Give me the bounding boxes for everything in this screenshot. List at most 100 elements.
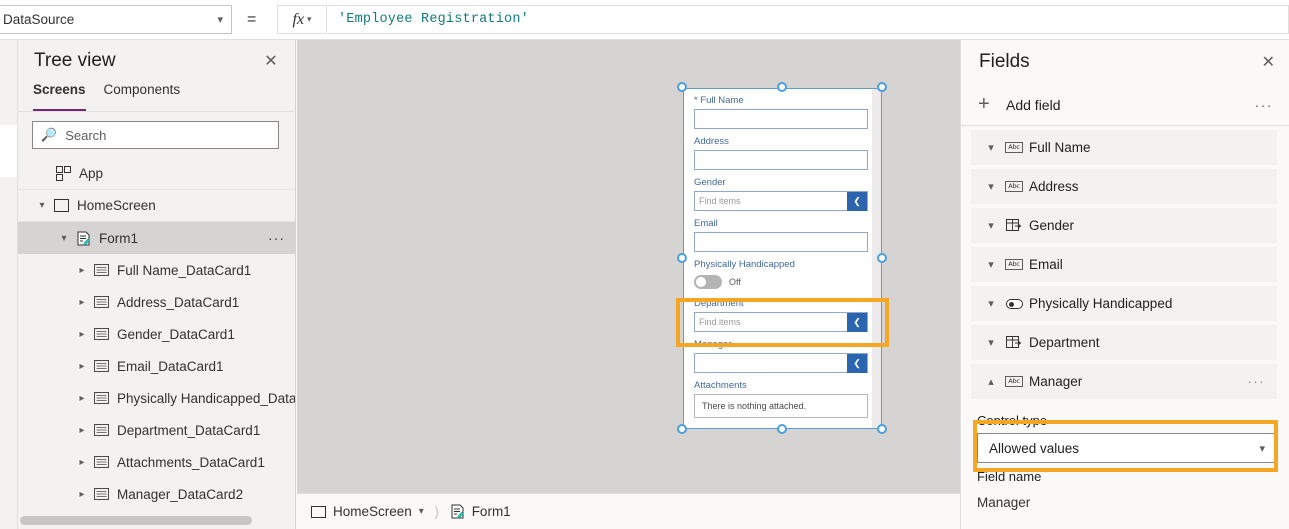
- chevron-down-icon: ▾: [217, 13, 223, 26]
- tree-item-homescreen-label: HomeScreen: [77, 198, 156, 213]
- tree-item-form1[interactable]: ▾ Form1 ···: [18, 222, 295, 254]
- app-canvas[interactable]: * Full Name Address Gender Find items ❮: [297, 40, 960, 493]
- address-input[interactable]: [694, 150, 868, 170]
- department-combobox[interactable]: Find items ❮: [694, 312, 868, 332]
- search-input[interactable]: 🔍 Search: [32, 121, 279, 149]
- chevron-right-icon[interactable]: ▸: [74, 489, 90, 500]
- formula-bar: DataSource ▾ = fx ▾ 'Employee Registrati…: [0, 0, 1289, 40]
- chevron-right-icon[interactable]: ▸: [74, 329, 90, 340]
- chevron-down-icon[interactable]: ▾: [981, 258, 1001, 271]
- tree-item-datacard-label: Gender_DataCard1: [117, 327, 235, 342]
- chevron-down-icon[interactable]: ❮: [847, 313, 867, 332]
- chevron-down-icon[interactable]: ▾: [56, 233, 72, 244]
- fields-panel-header: Fields ✕: [961, 40, 1289, 84]
- tree-view-tabs: Screens Components: [18, 82, 295, 112]
- manager-combobox[interactable]: ❮: [694, 353, 868, 373]
- handicapped-toggle-row[interactable]: Off: [694, 273, 868, 291]
- chevron-down-icon[interactable]: ▾: [34, 200, 50, 211]
- form-field-label: * Full Name: [694, 95, 868, 106]
- chevron-down-icon[interactable]: ▾: [981, 297, 1001, 310]
- gender-combobox[interactable]: Find items ❮: [694, 191, 868, 211]
- tree-item-datacard[interactable]: ▸ Gender_DataCard1: [18, 318, 295, 350]
- full-name-input[interactable]: [694, 109, 868, 129]
- fields-more-menu[interactable]: ···: [1255, 97, 1274, 113]
- control-type-select[interactable]: Allowed values ▾: [977, 433, 1275, 463]
- tree-item-datacard[interactable]: ▸ Department_DataCard1: [18, 414, 295, 446]
- close-icon[interactable]: ✕: [1262, 52, 1275, 72]
- datacard-icon: [90, 424, 112, 436]
- field-row-department[interactable]: ▾ Department: [971, 325, 1277, 360]
- tree-item-homescreen[interactable]: ▾ HomeScreen: [18, 190, 295, 222]
- chevron-down-icon[interactable]: ▾: [419, 506, 424, 517]
- field-row-email[interactable]: ▾ Abc Email: [971, 247, 1277, 282]
- screen-icon: [50, 199, 72, 212]
- abc-icon: Abc: [1001, 259, 1027, 270]
- form1-more-menu[interactable]: ···: [268, 230, 285, 246]
- field-row-manager[interactable]: ▴ Abc Manager ···: [971, 364, 1277, 399]
- powerapps-studio: DataSource ▾ = fx ▾ 'Employee Registrati…: [0, 0, 1289, 529]
- abc-icon: Abc: [1001, 142, 1027, 153]
- chevron-right-icon[interactable]: ▸: [74, 297, 90, 308]
- resize-handle-middle-left[interactable]: [677, 253, 687, 263]
- attachments-empty-state[interactable]: There is nothing attached.: [694, 394, 868, 418]
- datacard-icon: [90, 392, 112, 404]
- chevron-right-icon[interactable]: ▸: [74, 457, 90, 468]
- field-row-address[interactable]: ▾ Abc Address: [971, 169, 1277, 204]
- tree-item-datacard[interactable]: ▸ Attachments_DataCard1: [18, 446, 295, 478]
- manager-field-more-menu[interactable]: ···: [1248, 374, 1266, 389]
- formula-input[interactable]: 'Employee Registration': [328, 5, 1289, 34]
- tree-item-datacard[interactable]: ▸ Email_DataCard1: [18, 350, 295, 382]
- resize-handle-bottom-left[interactable]: [677, 424, 687, 434]
- breadcrumb-form1[interactable]: Form1: [450, 504, 511, 519]
- chevron-down-icon[interactable]: ▾: [981, 336, 1001, 349]
- form1-surface[interactable]: * Full Name Address Gender Find items ❮: [683, 88, 882, 429]
- form-icon: [72, 231, 94, 246]
- tree-scrollbar-thumb[interactable]: [20, 516, 252, 525]
- chevron-down-icon[interactable]: ▾: [981, 219, 1001, 232]
- chevron-right-icon[interactable]: ▸: [74, 265, 90, 276]
- handicapped-toggle[interactable]: [694, 275, 722, 289]
- tree-item-datacard[interactable]: ▸ Full Name_DataCard1: [18, 254, 295, 286]
- chevron-down-icon[interactable]: ▾: [981, 180, 1001, 193]
- chevron-right-icon[interactable]: ▸: [74, 425, 90, 436]
- resize-handle-bottom-right[interactable]: [877, 424, 887, 434]
- chevron-down-icon[interactable]: ❮: [847, 192, 867, 211]
- tree-item-app[interactable]: App: [18, 158, 295, 190]
- tree-horizontal-scrollbar[interactable]: [18, 511, 296, 529]
- chevron-down-icon[interactable]: ▾: [981, 141, 1001, 154]
- field-row-gender[interactable]: ▾ Gender: [971, 208, 1277, 243]
- field-row-physically-handicapped[interactable]: ▾ Physically Handicapped: [971, 286, 1277, 321]
- chevron-right-icon[interactable]: ▸: [74, 393, 90, 404]
- required-asterisk: *: [694, 95, 698, 106]
- tab-screens[interactable]: Screens: [33, 82, 86, 111]
- close-icon[interactable]: ✕: [259, 49, 283, 73]
- tab-components[interactable]: Components: [104, 82, 181, 111]
- tree-item-app-label: App: [79, 166, 103, 181]
- resize-handle-top-left[interactable]: [677, 82, 687, 92]
- chevron-up-icon[interactable]: ▴: [981, 375, 1001, 388]
- field-row-full-name[interactable]: ▾ Abc Full Name: [971, 130, 1277, 165]
- email-input[interactable]: [694, 232, 868, 252]
- fx-icon: fx: [292, 11, 304, 29]
- tree-item-datacard[interactable]: ▸ Manager_DataCard2: [18, 478, 295, 510]
- resize-handle-bottom-center[interactable]: [777, 424, 787, 434]
- fields-panel-title: Fields: [979, 51, 1030, 73]
- datacard-icon: [90, 488, 112, 500]
- tree-item-datacard-label: Department_DataCard1: [117, 423, 260, 438]
- property-selector[interactable]: DataSource ▾: [0, 5, 232, 34]
- add-field-button[interactable]: + Add field ···: [961, 84, 1289, 126]
- chevron-down-icon[interactable]: ❮: [847, 354, 867, 373]
- form1-control[interactable]: * Full Name Address Gender Find items ❮: [683, 88, 882, 429]
- tree-item-datacard[interactable]: ▸ Address_DataCard1: [18, 286, 295, 318]
- chevron-right-icon[interactable]: ▸: [74, 361, 90, 372]
- field-name-value: Manager: [961, 489, 1289, 510]
- fields-list: ▾ Abc Full Name ▾ Abc Address ▾ Gende: [961, 130, 1289, 399]
- resize-handle-top-right[interactable]: [877, 82, 887, 92]
- resize-handle-top-center[interactable]: [777, 82, 787, 92]
- fx-button[interactable]: fx ▾: [277, 5, 327, 34]
- breadcrumb-homescreen[interactable]: HomeScreen ▾: [311, 504, 424, 519]
- tree-item-datacard-label: Physically Handicapped_DataCard1: [117, 391, 296, 406]
- resize-handle-middle-right[interactable]: [877, 253, 887, 263]
- tree-item-datacard[interactable]: ▸ Physically Handicapped_DataCard1: [18, 382, 295, 414]
- tree-view-header: Tree view ✕: [18, 40, 295, 82]
